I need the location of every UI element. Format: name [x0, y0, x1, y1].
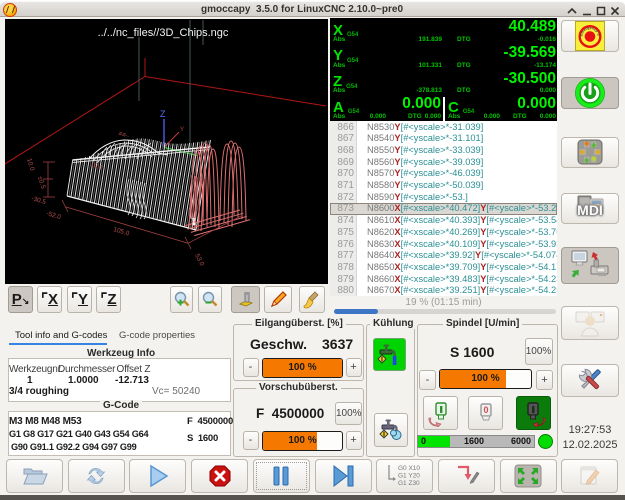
svg-text:53.0: 53.0 — [193, 253, 205, 268]
svg-text:G0 X10: G0 X10 — [398, 465, 420, 472]
svg-text:0: 0 — [483, 405, 488, 415]
svg-text:-52.0: -52.0 — [45, 210, 62, 221]
svg-text:≡≡⎯: ≡≡⎯ — [117, 130, 130, 140]
svg-text:±0.5: ±0.5 — [36, 176, 46, 190]
svg-text:G1 Y20: G1 Y20 — [398, 473, 420, 480]
svg-text:Y: Y — [180, 127, 184, 133]
svg-text:10.0: 10.0 — [25, 158, 36, 173]
svg-text:105.0: 105.0 — [112, 226, 130, 237]
svg-text:../../nc_files//3D_Chips.ngc: ../../nc_files//3D_Chips.ngc — [98, 27, 229, 39]
svg-text:G1 Z30: G1 Z30 — [398, 480, 420, 487]
svg-text:Z: Z — [160, 109, 166, 119]
